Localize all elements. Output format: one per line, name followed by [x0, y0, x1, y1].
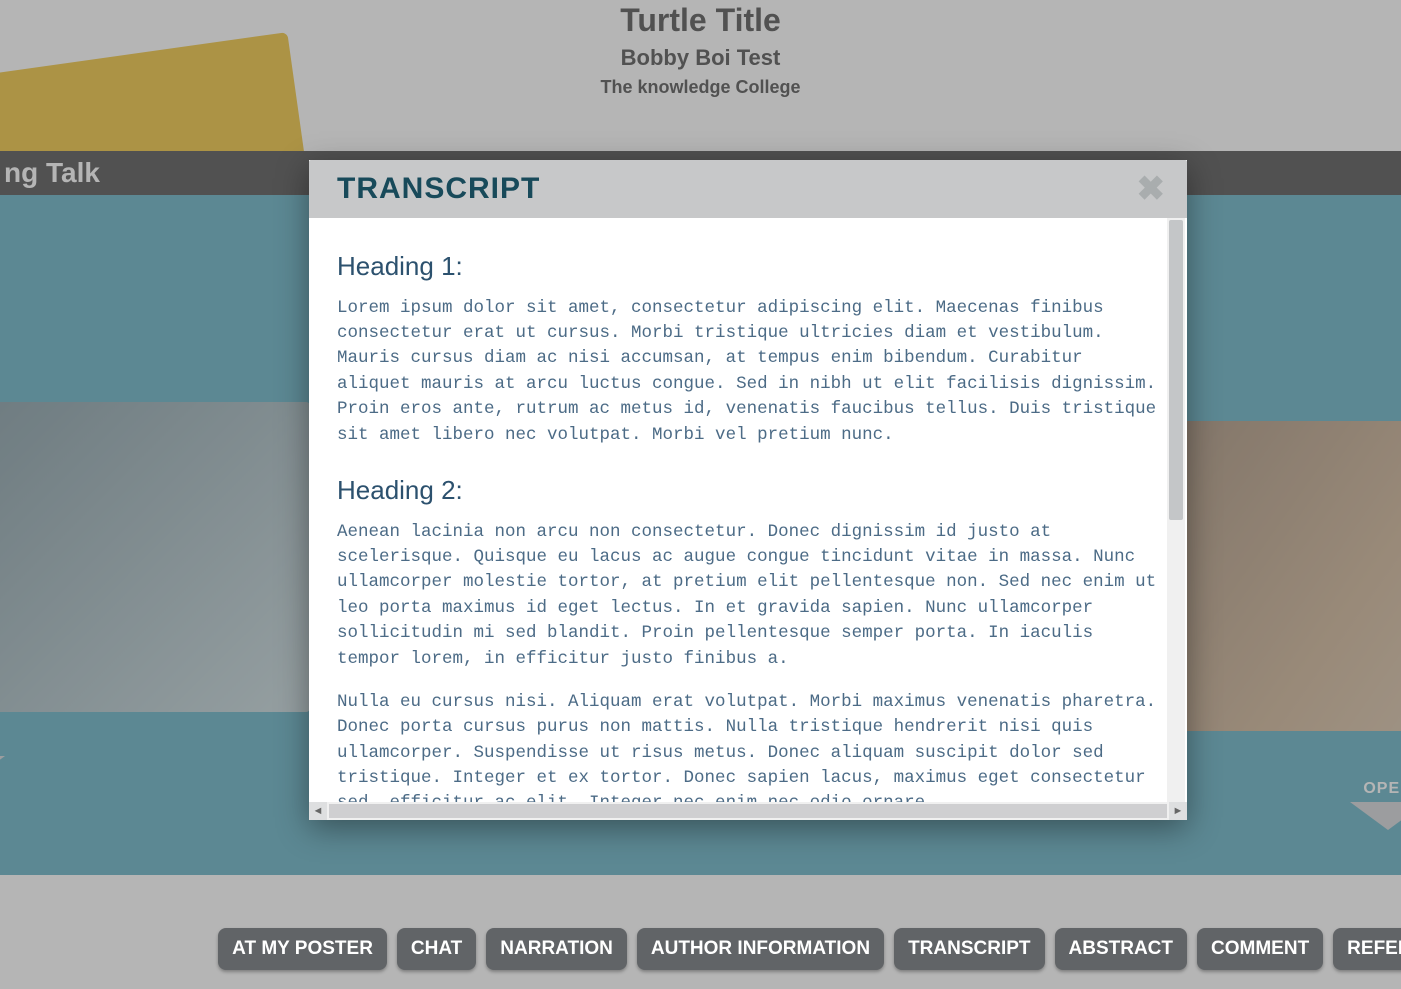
scroll-right-icon[interactable]: ► [1169, 802, 1187, 820]
bottom-button-bar: AT MY POSTER CHAT NARRATION AUTHOR INFOR… [0, 919, 1401, 979]
references-button[interactable]: REFERENCES [1333, 928, 1401, 970]
transcript-button[interactable]: TRANSCRIPT [894, 928, 1044, 970]
transcript-paragraph: Aenean lacinia non arcu non consectetur.… [337, 520, 1161, 672]
transcript-heading: Heading 1: [337, 248, 1161, 286]
comment-button[interactable]: COMMENT [1197, 928, 1323, 970]
vertical-scrollbar[interactable] [1167, 218, 1185, 802]
horizontal-scrollbar[interactable]: ◄ ► [309, 802, 1187, 820]
author-information-button[interactable]: AUTHOR INFORMATION [637, 928, 884, 970]
scrollbar-thumb[interactable] [1169, 220, 1183, 520]
transcript-modal: TRANSCRIPT ✖ Heading 1: Lorem ipsum dolor… [309, 160, 1187, 820]
modal-title: TRANSCRIPT [337, 172, 540, 206]
transcript-paragraph: Nulla eu cursus nisi. Aliquam erat volut… [337, 690, 1161, 802]
modal-body-wrap: Heading 1: Lorem ipsum dolor sit amet, co… [309, 218, 1187, 820]
chat-button[interactable]: CHAT [397, 928, 476, 970]
at-my-poster-button[interactable]: AT MY POSTER [218, 928, 387, 970]
transcript-heading: Heading 2: [337, 472, 1161, 510]
scroll-left-icon[interactable]: ◄ [309, 802, 327, 820]
transcript-paragraph: Lorem ipsum dolor sit amet, consectetur … [337, 296, 1161, 448]
modal-body[interactable]: Heading 1: Lorem ipsum dolor sit amet, co… [309, 218, 1167, 802]
narration-button[interactable]: NARRATION [486, 928, 627, 970]
close-icon[interactable]: ✖ [1137, 172, 1166, 206]
scrollbar-track[interactable] [329, 804, 1167, 818]
modal-header: TRANSCRIPT ✖ [309, 160, 1187, 218]
abstract-button[interactable]: ABSTRACT [1055, 928, 1188, 970]
